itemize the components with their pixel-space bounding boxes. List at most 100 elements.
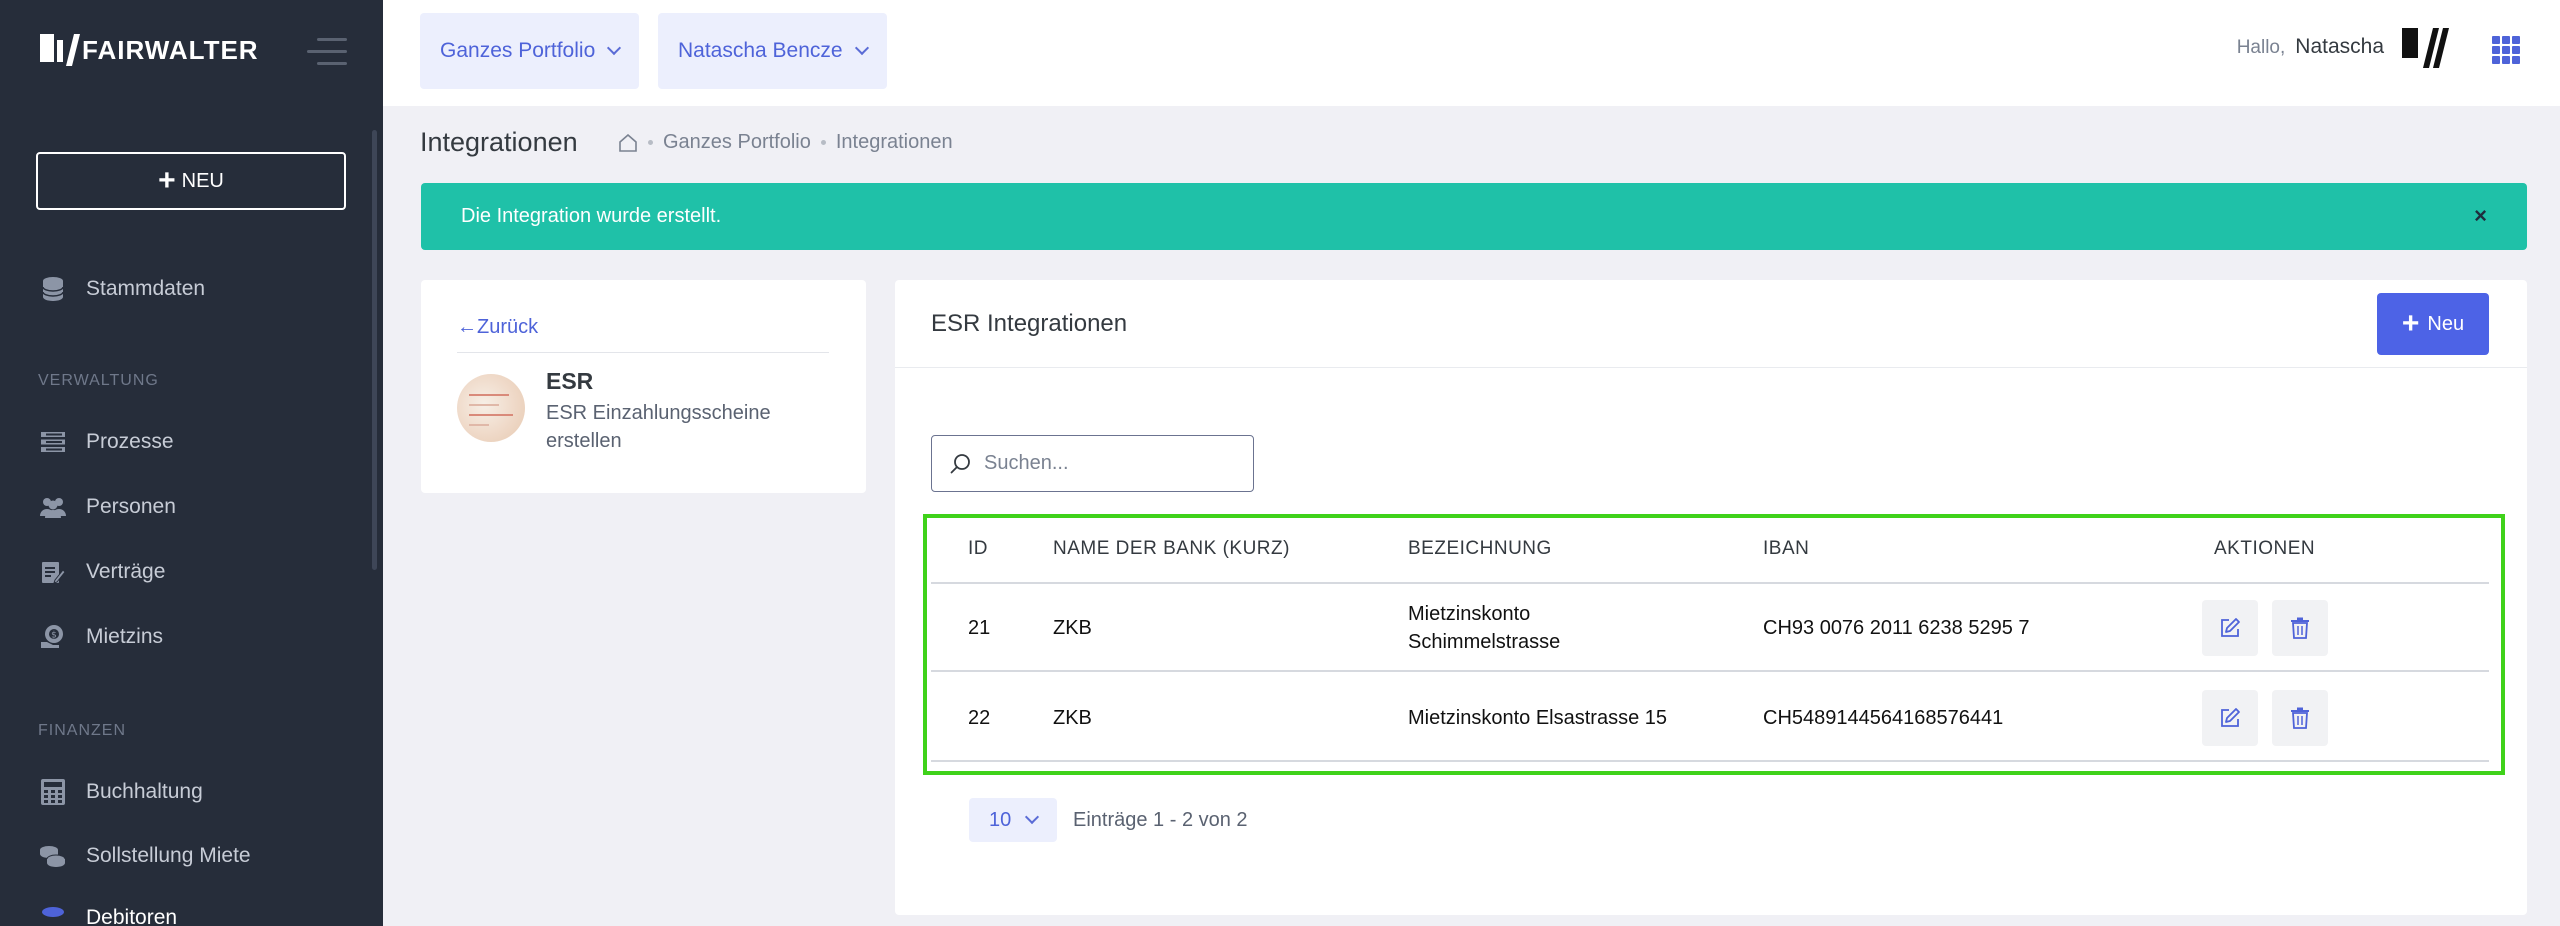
sidebar-item-vertraege[interactable]: Verträge xyxy=(40,559,165,585)
column-header-id[interactable]: ID xyxy=(968,538,988,560)
integration-description: ESR Einzahlungsscheine erstellen xyxy=(546,402,771,452)
chevron-down-icon xyxy=(854,40,869,56)
cell-id: 21 xyxy=(968,617,991,639)
sidebar-scrollbar[interactable] xyxy=(372,130,377,570)
search-icon xyxy=(950,453,970,473)
apps-grid-icon[interactable] xyxy=(2492,36,2520,64)
pagination-info: Einträge 1 - 2 von 2 xyxy=(1073,808,1248,831)
contract-icon xyxy=(40,559,66,585)
column-header-bank[interactable]: NAME DER BANK (KURZ) xyxy=(1053,538,1290,560)
user-dropdown[interactable]: Natascha Bencze xyxy=(658,13,887,89)
logo[interactable]: FAIRWALTER xyxy=(40,34,259,66)
sidebar-item-sollstellung-miete[interactable]: Sollstellung Miete xyxy=(40,843,251,869)
integrations-table: ID NAME DER BANK (KURZ) BEZEICHNUNG IBAN… xyxy=(923,514,2505,775)
sidebar-item-label: Personen xyxy=(86,495,176,518)
cell-bezeichnung: Mietzinskonto Elsastrasse 15 xyxy=(1408,704,1667,732)
sidebar-item-label: Debitoren xyxy=(86,906,178,926)
cell-bezeichnung: Mietzinskonto Schimmelstrasse xyxy=(1408,600,1560,656)
plus-icon: + xyxy=(158,164,176,197)
coins-stack-icon xyxy=(40,905,66,926)
page-title: Integrationen xyxy=(420,127,578,157)
success-alert: Die Integration wurde erstellt. × xyxy=(421,183,2527,250)
column-header-aktionen: AKTIONEN xyxy=(2214,538,2316,559)
breadcrumb-item-portfolio[interactable]: Ganzes Portfolio xyxy=(663,131,811,154)
sidebar: FAIRWALTER + NEU Stammdaten VERWALTUNG P… xyxy=(0,0,383,926)
sidebar-item-label: Buchhaltung xyxy=(86,780,203,803)
edit-icon xyxy=(2221,618,2240,637)
edit-icon xyxy=(2221,708,2240,727)
menu-toggle-icon[interactable] xyxy=(307,38,347,74)
sidebar-item-mietzins[interactable]: $ Mietzins xyxy=(40,624,163,650)
list-icon xyxy=(40,429,66,455)
home-icon[interactable] xyxy=(618,133,638,152)
calculator-icon xyxy=(40,779,66,805)
cell-id: 22 xyxy=(968,707,991,729)
breadcrumb-separator xyxy=(820,140,826,145)
cell-iban: CH5489144564168576441 xyxy=(1763,707,2004,729)
sidebar-item-buchhaltung[interactable]: Buchhaltung xyxy=(40,779,203,805)
portfolio-dropdown[interactable]: Ganzes Portfolio xyxy=(420,13,640,89)
logo-text: FAIRWALTER xyxy=(82,34,259,65)
esr-thumbnail-icon xyxy=(457,374,525,442)
sidebar-item-label: Sollstellung Miete xyxy=(86,844,251,867)
column-header-bezeichnung[interactable]: BEZEICHNUNG xyxy=(1408,538,1552,560)
chevron-down-icon xyxy=(607,40,622,56)
new-button-label: NEU xyxy=(181,169,224,192)
trash-icon xyxy=(2291,617,2309,639)
bezeichnung-line-1: Mietzinskonto Elsastrasse 15 xyxy=(1408,707,1668,729)
alert-message: Die Integration wurde erstellt. xyxy=(461,205,722,227)
greeting-prefix: Hallo, xyxy=(2236,37,2286,58)
user-greeting: Hallo, Natascha xyxy=(2237,35,2384,59)
search-input[interactable] xyxy=(984,452,1234,475)
sidebar-item-debitoren[interactable]: Debitoren xyxy=(40,905,177,926)
topbar: Ganzes Portfolio Natascha Bencze Hallo, … xyxy=(383,0,2560,106)
breadcrumb: Ganzes Portfolio Integrationen xyxy=(618,131,953,154)
search-box[interactable] xyxy=(931,435,1254,492)
new-button[interactable]: + NEU xyxy=(36,152,346,210)
add-integration-button[interactable]: + Neu xyxy=(2377,293,2489,355)
page-size-value: 10 xyxy=(989,808,1012,831)
portfolio-dropdown-label: Ganzes Portfolio xyxy=(440,39,596,62)
people-icon xyxy=(40,494,66,520)
table-row: 22 ZKB Mietzinskonto Elsastrasse 15 CH54… xyxy=(931,674,2489,762)
sidebar-item-label: Mietzins xyxy=(86,625,164,648)
section-finanzen: FINANZEN xyxy=(38,722,126,739)
greeting-name: Natascha xyxy=(2295,35,2384,58)
pagination: 10 Einträge 1 - 2 von 2 xyxy=(969,798,1248,842)
fairwalter-logo-icon xyxy=(40,34,80,66)
page-size-select[interactable]: 10 xyxy=(969,798,1057,842)
esr-integrations-card: ESR Integrationen + Neu ID NAME DER BANK… xyxy=(895,280,2527,915)
edit-button[interactable] xyxy=(2202,600,2258,656)
integration-title: ESR xyxy=(546,368,594,394)
section-verwaltung: VERWALTUNG xyxy=(38,372,159,389)
coins-icon xyxy=(40,843,66,869)
edit-button[interactable] xyxy=(2202,690,2258,746)
delete-button[interactable] xyxy=(2272,600,2328,656)
trash-icon xyxy=(2291,707,2309,729)
sidebar-item-label: Verträge xyxy=(86,560,166,583)
user-dropdown-label: Natascha Bencze xyxy=(678,39,843,62)
breadcrumb-separator xyxy=(648,140,653,145)
avatar[interactable] xyxy=(2402,28,2449,72)
hand-coin-icon: $ xyxy=(40,624,66,650)
bezeichnung-line-2: Schimmelstrasse xyxy=(1408,631,1561,653)
sidebar-item-label: Stammdaten xyxy=(86,277,206,300)
delete-button[interactable] xyxy=(2272,690,2328,746)
column-header-iban[interactable]: IBAN xyxy=(1763,538,1809,560)
chevron-down-icon xyxy=(1024,809,1040,825)
divider xyxy=(895,367,2527,368)
cell-bank: ZKB xyxy=(1053,617,1092,639)
table-header: ID NAME DER BANK (KURZ) BEZEICHNUNG IBAN… xyxy=(931,518,2489,584)
sidebar-item-prozesse[interactable]: Prozesse xyxy=(40,429,174,455)
divider xyxy=(457,352,829,353)
cell-iban: CH93 0076 2011 6238 5295 7 xyxy=(1763,617,2030,639)
plus-icon: + xyxy=(2401,307,2420,340)
card-title: ESR Integrationen xyxy=(931,310,1128,337)
sidebar-item-stammdaten[interactable]: Stammdaten xyxy=(40,276,205,302)
table-row: 21 ZKB Mietzinskonto Schimmelstrasse CH9… xyxy=(931,584,2489,672)
close-icon[interactable]: × xyxy=(2474,203,2487,229)
cell-bank: ZKB xyxy=(1053,707,1092,729)
back-link[interactable]: ←Zurück xyxy=(457,316,538,339)
add-integration-label: Neu xyxy=(2427,312,2465,335)
sidebar-item-personen[interactable]: Personen xyxy=(40,494,176,520)
